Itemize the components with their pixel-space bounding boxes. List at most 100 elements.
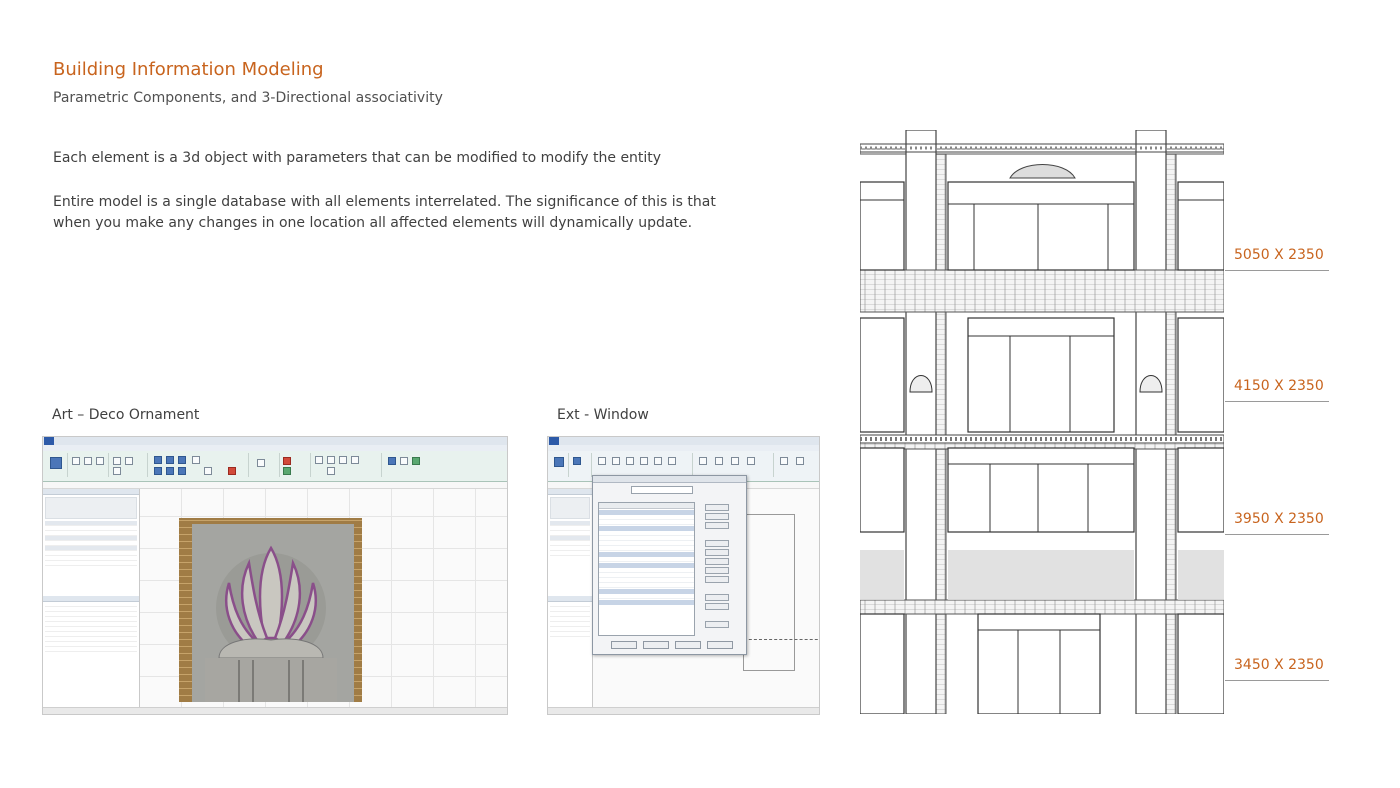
blend-icon xyxy=(612,457,620,465)
measure-icon xyxy=(257,459,265,467)
facade-svg xyxy=(860,130,1224,714)
family-types-icon xyxy=(573,457,581,465)
modify-parameter-button[interactable] xyxy=(705,549,729,556)
new-type-button[interactable] xyxy=(705,504,729,511)
component-icon xyxy=(715,457,723,465)
mirror-icon xyxy=(178,456,186,464)
set-workplane-icon xyxy=(388,457,396,465)
status-bar xyxy=(548,707,819,714)
copy-icon xyxy=(166,467,174,475)
dimension-text: 5050 X 2350 xyxy=(1234,247,1324,263)
align-icon xyxy=(154,456,162,464)
model-line-icon xyxy=(699,457,707,465)
ok-button[interactable] xyxy=(611,641,637,649)
rename-type-button[interactable] xyxy=(705,513,729,520)
cut-icon xyxy=(113,457,121,465)
swept-blend-icon xyxy=(654,457,662,465)
caption-ext-window: Ext - Window xyxy=(557,407,649,423)
trim-icon xyxy=(192,456,200,464)
properties-icon xyxy=(72,457,80,465)
revit-screenshot-ext-window xyxy=(547,436,820,715)
model-text-icon xyxy=(731,457,739,465)
dimension-text: 4150 X 2350 xyxy=(1234,378,1324,394)
ribbon-group-properties xyxy=(68,453,109,477)
properties-panel xyxy=(43,489,140,708)
paragraph-parameters: Each element is a 3d object with paramet… xyxy=(53,150,662,166)
modify-icon xyxy=(50,457,62,469)
delete-type-button[interactable] xyxy=(705,522,729,529)
ribbon-panel xyxy=(43,451,507,482)
line-icon xyxy=(315,456,323,464)
browser-item[interactable] xyxy=(45,647,137,652)
properties-header xyxy=(43,489,139,495)
revit-screenshot-art-deco xyxy=(42,436,508,715)
sort-descending-button[interactable] xyxy=(705,603,729,610)
viewer-icon xyxy=(412,457,420,465)
parameters-table xyxy=(598,502,695,636)
modify-icon xyxy=(554,457,564,467)
options-bar xyxy=(43,482,507,489)
dimension-text: 3450 X 2350 xyxy=(1234,657,1324,673)
status-bar xyxy=(43,707,507,714)
table-row[interactable] xyxy=(599,557,694,562)
cancel-edit-icon xyxy=(283,457,291,465)
dimension-text: 3950 X 2350 xyxy=(1234,511,1324,527)
ornament-graphic xyxy=(205,545,337,702)
type-selector[interactable] xyxy=(550,497,590,519)
slide-title: Building Information Modeling xyxy=(53,59,324,80)
opening-icon xyxy=(747,457,755,465)
move-icon xyxy=(154,467,162,475)
paragraph-database: Entire model is a single database with a… xyxy=(53,194,716,231)
properties-header xyxy=(548,489,592,495)
facade-elevation-drawing xyxy=(860,130,1224,714)
apply-button[interactable] xyxy=(675,641,701,649)
ribbon-group-modify xyxy=(148,453,249,477)
type-properties-icon xyxy=(84,457,92,465)
show-workplane-icon xyxy=(400,457,408,465)
cancel-button[interactable] xyxy=(643,641,669,649)
table-row[interactable] xyxy=(599,520,694,525)
dimension-underline xyxy=(1225,680,1329,681)
help-button[interactable] xyxy=(707,641,733,649)
sweep-icon xyxy=(640,457,648,465)
ribbon-group-model xyxy=(693,453,774,477)
void-icon xyxy=(668,457,676,465)
table-row[interactable] xyxy=(599,546,694,551)
add-parameter-button[interactable] xyxy=(705,540,729,547)
table-section xyxy=(599,600,694,605)
ribbon-group-properties xyxy=(569,453,592,477)
art-deco-ornament-photo xyxy=(179,518,362,702)
browser-item[interactable] xyxy=(550,632,590,637)
delete-icon xyxy=(228,467,236,475)
connector-icon xyxy=(796,457,804,465)
ribbon-group-select xyxy=(550,453,569,477)
ribbon-group-mode xyxy=(280,453,311,477)
sort-ascending-button[interactable] xyxy=(705,594,729,601)
move-down-button[interactable] xyxy=(705,576,729,583)
ribbon-group-forms xyxy=(592,453,693,477)
ribbon-group-measure xyxy=(249,453,280,477)
type-selector[interactable] xyxy=(45,497,137,519)
dimension-underline xyxy=(1225,401,1329,402)
ribbon-group-select xyxy=(45,453,68,477)
offset-icon xyxy=(166,456,174,464)
table-row[interactable] xyxy=(599,594,694,599)
manage-lookup-button[interactable] xyxy=(705,621,729,628)
type-name-dropdown[interactable] xyxy=(631,486,693,494)
circle-icon xyxy=(351,456,359,464)
rectangle-icon xyxy=(327,456,335,464)
extrusion-icon xyxy=(598,457,606,465)
remove-parameter-button[interactable] xyxy=(705,558,729,565)
paint-icon xyxy=(113,467,121,475)
finish-edit-icon xyxy=(283,467,291,475)
move-up-button[interactable] xyxy=(705,567,729,574)
revolve-icon xyxy=(626,457,634,465)
table-row[interactable] xyxy=(599,583,694,588)
slide-subtitle: Parametric Components, and 3-Directional… xyxy=(53,90,443,106)
arc-icon xyxy=(327,467,335,475)
table-header xyxy=(599,503,694,509)
ribbon-group-datum xyxy=(774,453,818,477)
rotate-icon xyxy=(178,467,186,475)
caption-art-deco: Art – Deco Ornament xyxy=(52,407,200,423)
ribbon-group-work-plane xyxy=(382,453,424,477)
